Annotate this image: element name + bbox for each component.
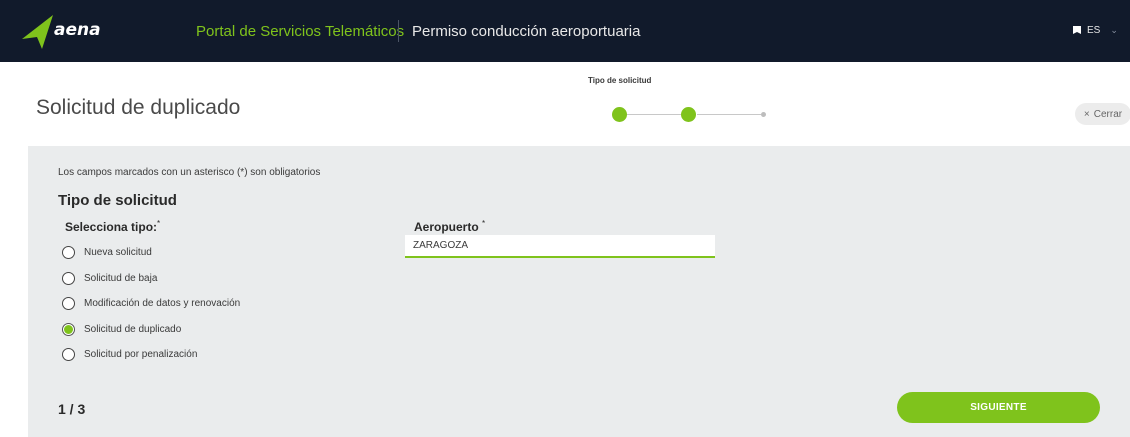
required-fields-note: Los campos marcados con un asterisco (*)… — [58, 167, 321, 178]
next-button[interactable]: SIGUIENTE — [897, 392, 1100, 423]
radio-option-modificacion-renovacion[interactable]: Modificación de datos y renovación — [62, 297, 240, 310]
radio-label: Solicitud por penalización — [84, 349, 198, 360]
required-asterisk: * — [482, 219, 486, 228]
page-title: Solicitud de duplicado — [36, 96, 241, 119]
logo-text: aena — [54, 20, 101, 40]
language-code: ES — [1087, 25, 1101, 36]
radio-label: Solicitud de duplicado — [84, 324, 182, 335]
header-divider — [398, 20, 399, 42]
airport-input[interactable] — [405, 235, 715, 258]
section-title: Tipo de solicitud — [58, 192, 177, 209]
request-type-label: Selecciona tipo:* — [65, 219, 161, 234]
step-1-dot — [612, 107, 627, 122]
airport-label: Aeropuerto * — [414, 219, 486, 234]
radio-option-solicitud-duplicado[interactable]: Solicitud de duplicado — [62, 323, 181, 336]
radio-option-nueva-solicitud[interactable]: Nueva solicitud — [62, 246, 152, 259]
close-label: Cerrar — [1093, 108, 1123, 120]
language-selector[interactable]: ES ⌄ — [1073, 25, 1118, 36]
page-count: 1 / 3 — [58, 401, 86, 417]
radio-button[interactable] — [62, 272, 75, 285]
radio-button[interactable] — [62, 297, 75, 310]
step-connector-2 — [697, 114, 761, 115]
app-title: Permiso conducción aeroportuaria — [412, 23, 641, 40]
step-2-dot — [681, 107, 696, 122]
radio-option-solicitud-penalizacion[interactable]: Solicitud por penalización — [62, 348, 197, 361]
radio-button-selected[interactable] — [62, 323, 75, 336]
chevron-down-icon: ⌄ — [1110, 25, 1118, 35]
radio-button[interactable] — [62, 246, 75, 259]
form-panel: Los campos marcados con un asterisco (*)… — [28, 146, 1130, 437]
aena-logo[interactable] — [20, 12, 54, 52]
step-3-dot — [761, 112, 766, 117]
top-navigation-bar: aena Portal de Servicios Telemáticos Per… — [0, 0, 1130, 62]
required-asterisk: * — [157, 219, 161, 228]
close-icon: × — [1083, 108, 1090, 120]
portal-title-link[interactable]: Portal de Servicios Telemáticos — [196, 23, 404, 40]
radio-label: Solicitud de baja — [84, 273, 158, 284]
aena-logo-icon — [22, 15, 53, 49]
flag-icon — [1073, 25, 1081, 34]
radio-label: Nueva solicitud — [84, 247, 152, 258]
step-connector-1 — [626, 114, 681, 115]
radio-button[interactable] — [62, 348, 75, 361]
radio-option-solicitud-baja[interactable]: Solicitud de baja — [62, 272, 157, 285]
progress-stepper: Tipo de solicitud — [580, 74, 780, 124]
radio-label: Modificación de datos y renovación — [84, 298, 241, 309]
close-button[interactable]: × Cerrar — [1075, 103, 1130, 125]
step-current-label: Tipo de solicitud — [588, 76, 652, 85]
